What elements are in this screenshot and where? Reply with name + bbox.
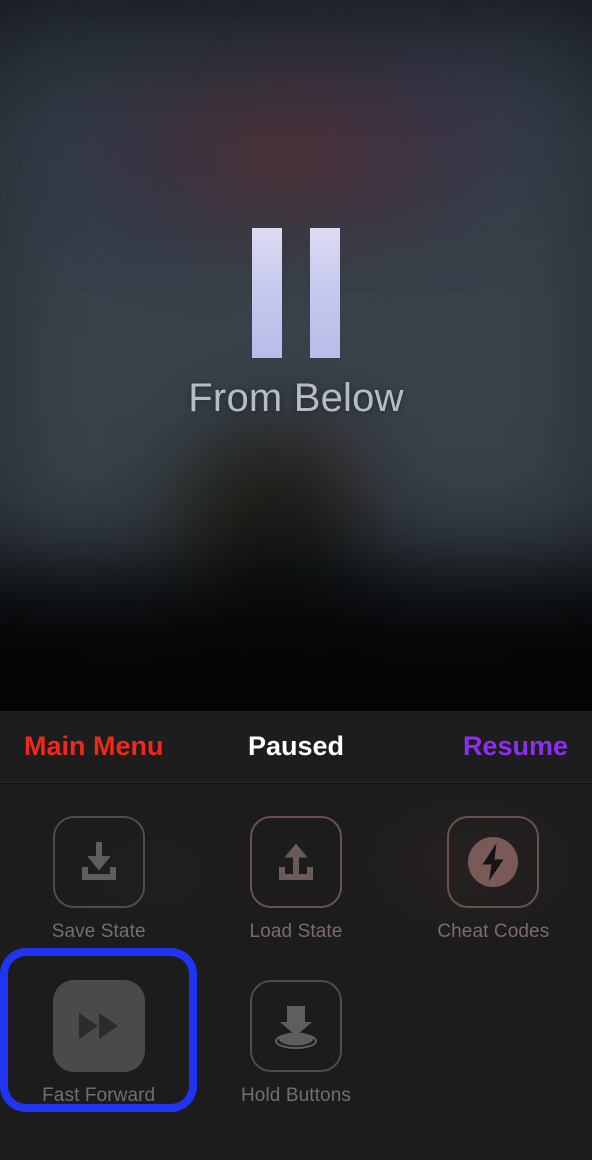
arrow-onto-button-icon: [274, 1006, 317, 1049]
toolbar-right-slot: Resume: [387, 731, 592, 762]
main-menu-button[interactable]: Main Menu: [24, 731, 164, 762]
fast-forward-label: Fast Forward: [42, 1085, 156, 1106]
pause-toolbar: Main Menu Paused Resume: [0, 711, 592, 783]
download-arrow-tray-icon: [81, 842, 116, 880]
upload-arrow-tray-icon: [278, 843, 313, 880]
action-load-state[interactable]: Load State: [197, 784, 394, 948]
fast-forward-tile: [52, 980, 145, 1072]
load-state-label: Load State: [249, 921, 343, 942]
pause-status-title: Paused: [247, 731, 345, 761]
save-state-label: Save State: [51, 921, 146, 942]
action-hold-buttons[interactable]: Hold Buttons: [197, 948, 394, 1112]
hold-buttons-tile: [249, 980, 342, 1072]
toolbar-center-slot: Paused: [205, 731, 386, 762]
double-triangle-forward-icon: [78, 1013, 118, 1039]
action-cheat-codes[interactable]: Cheat Codes: [395, 784, 592, 948]
cheat-codes-tile: [447, 816, 540, 908]
action-fast-forward[interactable]: Fast Forward: [0, 948, 197, 1112]
game-title: From Below: [188, 376, 404, 420]
toolbar-left-slot: Main Menu: [0, 731, 205, 762]
cheat-codes-label: Cheat Codes: [437, 921, 550, 942]
load-state-tile: [249, 816, 342, 908]
pause-icon: [0, 228, 592, 358]
resume-button[interactable]: Resume: [463, 731, 568, 762]
hold-buttons-label: Hold Buttons: [240, 1085, 351, 1106]
pause-actions-grid: Save State Load State Cheat Codes Fast F…: [0, 784, 592, 1112]
action-save-state[interactable]: Save State: [0, 784, 197, 948]
bolt-circle-icon: [468, 837, 519, 887]
pause-bar-right: [310, 228, 340, 358]
pause-bar-left: [252, 228, 282, 358]
save-state-tile: [52, 816, 145, 908]
pause-menu-screen: From Below Main Menu Paused Resume Save …: [0, 0, 592, 1160]
pause-actions-panel: Save State Load State Cheat Codes Fast F…: [0, 784, 592, 1160]
pause-indicator: From Below: [0, 228, 592, 421]
